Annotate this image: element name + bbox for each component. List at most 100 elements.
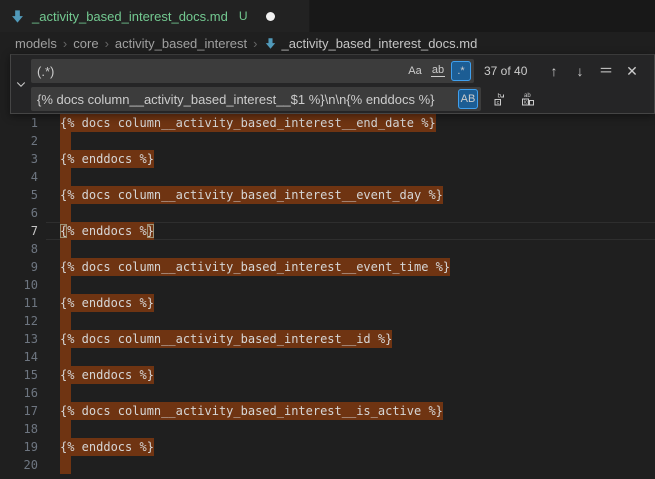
tab-bar: _activity_based_interest_docs.md U <box>0 0 655 32</box>
match-case-toggle[interactable]: Aa <box>405 61 425 81</box>
line-number[interactable]: 6 <box>0 204 38 222</box>
code-line[interactable]: 16 <box>0 384 655 402</box>
breadcrumb-core[interactable]: core <box>73 36 98 51</box>
find-match-highlight: {% docs column__activity_based_interest_… <box>60 258 450 276</box>
code-line[interactable]: 19{% enddocs %} <box>0 438 655 456</box>
line-text: {% enddocs %} <box>60 294 154 312</box>
line-number[interactable]: 9 <box>0 258 38 276</box>
find-match-highlight: {% enddocs %} <box>60 366 154 384</box>
previous-match-button[interactable]: ↑ <box>544 61 564 81</box>
replace-all-button[interactable]: ab ic <box>518 89 538 109</box>
replace-button[interactable]: b c <box>490 89 510 109</box>
line-number[interactable]: 16 <box>0 384 38 402</box>
code-line[interactable]: 5 {% docs column__activity_based_interest… <box>0 186 655 204</box>
breadcrumb-file[interactable]: _activity_based_interest_docs.md <box>264 36 478 51</box>
code-line[interactable]: 8 <box>0 240 655 258</box>
line-number[interactable]: 1 <box>0 114 38 132</box>
line-number[interactable]: 4 <box>0 168 38 186</box>
next-match-button[interactable]: ↓ <box>570 61 590 81</box>
bracket-match: { <box>60 224 67 238</box>
git-status-badge: U <box>239 9 248 23</box>
code-line[interactable]: 14 <box>0 348 655 366</box>
whole-word-toggle[interactable]: ab <box>428 61 448 81</box>
line-text <box>60 312 71 330</box>
find-match-highlight <box>60 384 71 402</box>
find-match-highlight <box>60 312 71 330</box>
code-lines: 1 {% docs column__activity_based_interest… <box>0 114 655 474</box>
unsaved-changes-dot[interactable] <box>266 12 275 21</box>
find-match-highlight <box>60 456 71 474</box>
svg-text:b: b <box>498 93 502 100</box>
code-line[interactable]: 12 <box>0 312 655 330</box>
line-text <box>60 420 71 438</box>
code-line[interactable]: 20 <box>0 456 655 474</box>
line-text <box>60 384 71 402</box>
tab-filename: _activity_based_interest_docs.md <box>32 9 228 24</box>
bracket-match: } <box>147 224 154 238</box>
replace-input-container: AB <box>31 87 481 111</box>
find-match-highlight <box>60 348 71 366</box>
code-line[interactable]: 9 {% docs column__activity_based_interest… <box>0 258 655 276</box>
line-number[interactable]: 11 <box>0 294 38 312</box>
arrow-up-icon: ↑ <box>551 63 558 79</box>
line-number[interactable]: 7 <box>0 222 38 240</box>
markdown-file-icon <box>10 9 25 24</box>
match-case-icon: Aa <box>408 65 421 77</box>
line-number[interactable]: 10 <box>0 276 38 294</box>
line-number[interactable]: 2 <box>0 132 38 150</box>
close-find-widget-button[interactable]: ✕ <box>622 61 642 81</box>
line-number[interactable]: 8 <box>0 240 38 258</box>
replace-all-icon: ab ic <box>520 91 536 107</box>
line-number[interactable]: 14 <box>0 348 38 366</box>
tab-activity-based-interest-docs[interactable]: _activity_based_interest_docs.md U <box>0 0 310 32</box>
line-number[interactable]: 15 <box>0 366 38 384</box>
line-number[interactable]: 5 <box>0 186 38 204</box>
find-match-highlight: {% docs column__activity_based_interest_… <box>60 330 392 348</box>
find-match-highlight <box>60 420 71 438</box>
code-line[interactable]: 7{% enddocs %} <box>0 222 655 240</box>
code-line[interactable]: 4 <box>0 168 655 186</box>
line-text <box>60 168 71 186</box>
find-input[interactable] <box>31 64 405 79</box>
line-text: {% docs column__activity_based_interest_… <box>60 186 443 204</box>
line-number[interactable]: 12 <box>0 312 38 330</box>
line-text <box>60 132 71 150</box>
line-number[interactable]: 19 <box>0 438 38 456</box>
find-in-selection-button[interactable] <box>596 61 616 81</box>
close-icon: ✕ <box>626 63 638 80</box>
svg-text:ic: ic <box>524 100 528 106</box>
breadcrumb-models[interactable]: models <box>15 36 57 51</box>
line-number[interactable]: 17 <box>0 402 38 420</box>
code-line[interactable]: 18 <box>0 420 655 438</box>
code-line[interactable]: 13 {% docs column__activity_based_interes… <box>0 330 655 348</box>
code-line[interactable]: 10 <box>0 276 655 294</box>
code-line[interactable]: 6 <box>0 204 655 222</box>
breadcrumb-activity-based-interest[interactable]: activity_based_interest <box>115 36 247 51</box>
breadcrumb-separator: › <box>253 36 257 51</box>
code-line[interactable]: 15 {% enddocs %} <box>0 366 655 384</box>
regex-toggle[interactable]: .* <box>451 61 471 81</box>
code-line[interactable]: 17{% docs column__activity_based_interes… <box>0 402 655 420</box>
preserve-case-icon: AB <box>461 93 476 105</box>
code-line[interactable]: 11 {% enddocs %} <box>0 294 655 312</box>
svg-text:ab: ab <box>524 93 531 99</box>
code-line[interactable]: 3 {% enddocs %} <box>0 150 655 168</box>
line-number[interactable]: 18 <box>0 420 38 438</box>
line-number[interactable]: 3 <box>0 150 38 168</box>
find-match-highlight <box>60 276 71 294</box>
line-text <box>60 240 71 258</box>
replace-input[interactable] <box>31 92 458 107</box>
code-line[interactable]: 1{% docs column__activity_based_interest… <box>0 114 655 132</box>
line-number[interactable]: 20 <box>0 456 38 474</box>
code-editor[interactable]: 1 {% docs column__activity_based_interest… <box>0 54 655 470</box>
breadcrumb-separator: › <box>63 36 67 51</box>
find-match-highlight <box>60 204 71 222</box>
code-line[interactable]: 2 <box>0 132 655 150</box>
selection-lines-icon <box>599 64 613 78</box>
line-text: {% enddocs %} <box>60 150 154 168</box>
find-row: Aa ab .* 37 of 40 ↑ ↓ <box>31 59 648 83</box>
breadcrumb: models › core › activity_based_interest … <box>0 32 655 54</box>
line-number[interactable]: 13 <box>0 330 38 348</box>
preserve-case-toggle[interactable]: AB <box>458 89 478 109</box>
toggle-replace-button[interactable] <box>11 55 31 113</box>
